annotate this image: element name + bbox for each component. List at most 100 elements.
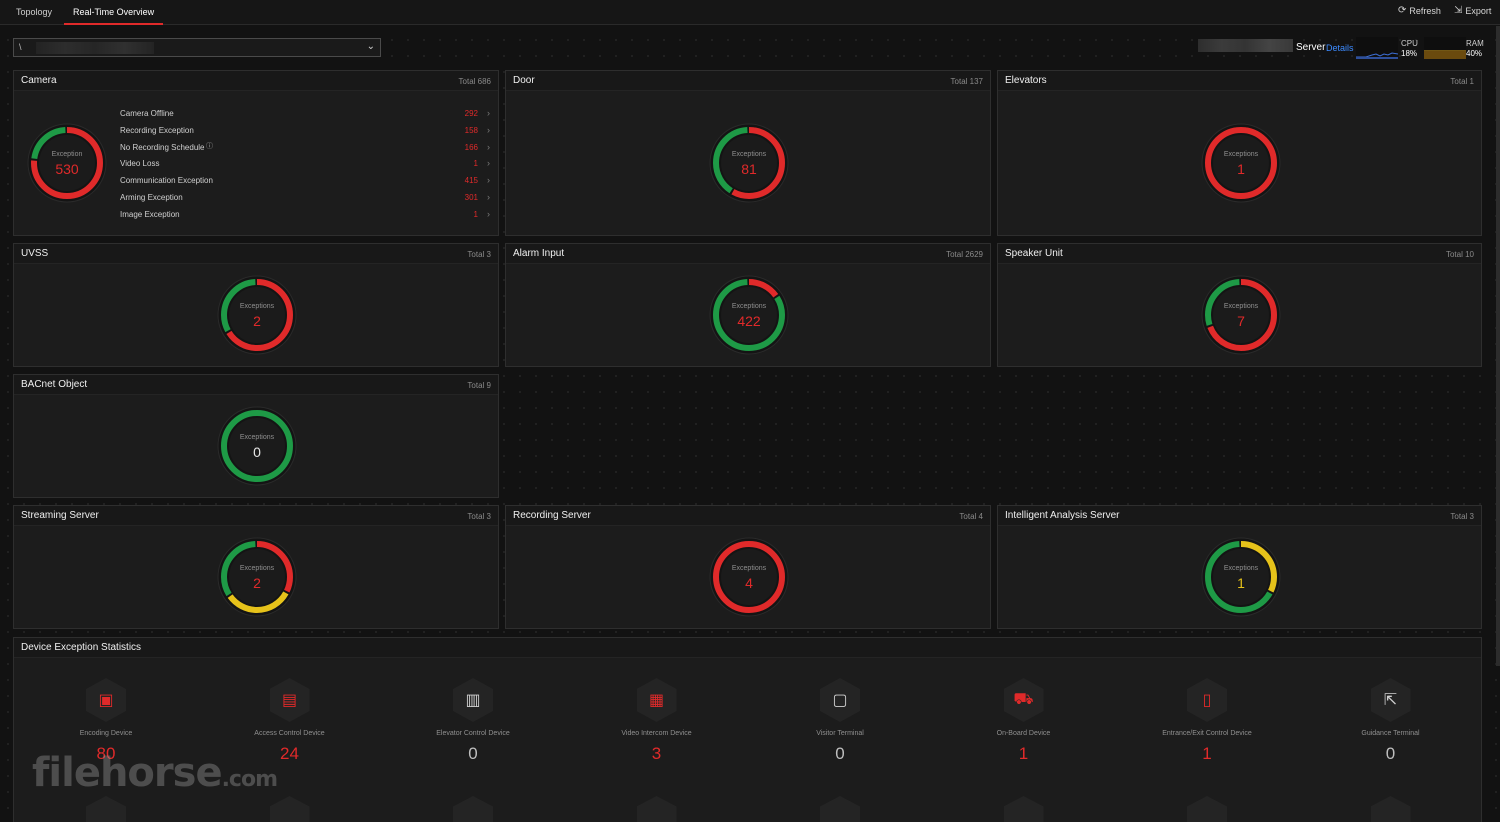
bacnet-object-panel-header: BACnet Object Total 9 [14, 375, 498, 395]
device-row-2-tile [86, 796, 126, 822]
uvss-panel-header: UVSS Total 3 [14, 244, 498, 264]
device-icon-tile: ⛟ [1003, 678, 1044, 722]
device-icon-tile: ▦ [636, 678, 677, 722]
intelligent-analysis-server-exception-donut[interactable]: Exceptions 1 [1201, 537, 1281, 617]
camera-exception-donut[interactable]: Exception 530 [27, 123, 107, 203]
guidance-terminal-icon: ⇱ [1383, 692, 1398, 709]
item-label: Video Loss [120, 159, 160, 169]
camera-exception-item[interactable]: Image Exception 1 › [120, 208, 490, 224]
cpu-label: CPU [1401, 39, 1418, 48]
chevron-right-icon: › [487, 124, 490, 135]
panel-total: Total 10 [1445, 250, 1474, 259]
site-selector-value: \ [19, 42, 22, 52]
elevators-exception-donut[interactable]: Exceptions 1 [1201, 123, 1281, 203]
device-count: 0 [1385, 744, 1396, 763]
recording-server-panel-header: Recording Server Total 4 [506, 506, 990, 526]
chevron-right-icon: › [487, 208, 490, 219]
item-count: 301 [464, 193, 478, 202]
camera-exception-item[interactable]: Communication Exception 415 › [120, 175, 490, 190]
panel-title: Elevators [1005, 75, 1047, 86]
device-icon-tile: ⇱ [1370, 678, 1411, 722]
device-icon-tile: ▣ [86, 678, 126, 722]
info-icon[interactable]: ⓘ [206, 141, 213, 151]
donut-label: Exception [51, 151, 83, 158]
alarm-input-exception-donut[interactable]: Exceptions 422 [709, 275, 789, 355]
device-name: Elevator Control Device [436, 730, 510, 737]
donut-label: Exceptions [1223, 151, 1259, 158]
elevator-control-icon: ▥ [465, 692, 481, 709]
device-icon-tile: ▢ [820, 678, 860, 722]
chevron-right-icon: › [487, 192, 490, 202]
item-label: Arming Exception [120, 193, 183, 202]
panel-title: Camera [21, 75, 57, 86]
panel-total: Total 9 [467, 381, 491, 390]
alarm-input-panel: Alarm Input Total 2629 Exceptions 422 [505, 243, 991, 367]
site-selector[interactable]: \ ⌄ [13, 38, 381, 57]
server-label: Server [1296, 42, 1326, 53]
donut-label: Exceptions [731, 303, 767, 310]
server-details-link[interactable]: Details [1326, 43, 1354, 53]
intelligent-analysis-server-panel: Intelligent Analysis Server Total 3 Exce… [997, 505, 1482, 629]
device-exception-statistics-header: Device Exception Statistics [14, 638, 1481, 658]
tab-real-time-overview[interactable]: Real-Time Overview [64, 0, 164, 25]
intelligent-analysis-server-panel-header: Intelligent Analysis Server Total 3 [998, 506, 1481, 526]
donut-value: 4 [745, 575, 753, 591]
donut-label: Exceptions [239, 565, 275, 572]
panel-title: Streaming Server [21, 510, 99, 521]
donut-label: Exceptions [1223, 303, 1259, 310]
device-icon-tile: ▥ [453, 678, 493, 722]
device-name: Entrance/Exit Control Device [1162, 730, 1252, 737]
donut-value: 422 [737, 313, 761, 329]
uvss-exception-donut[interactable]: Exceptions 2 [217, 275, 297, 355]
scrollbar[interactable] [1496, 26, 1500, 666]
chevron-right-icon: › [487, 141, 490, 152]
streaming-server-exception-donut[interactable]: Exceptions 2 [217, 537, 297, 617]
streaming-server-panel-header: Streaming Server Total 3 [14, 506, 498, 526]
item-count: 415 [464, 176, 478, 186]
camera-exception-item[interactable]: Camera Offline 292 › [120, 108, 490, 123]
top-bar: Topology Real-Time Overview ⟳ Refresh ⇲ … [0, 0, 1500, 25]
donut-value: 1 [1237, 575, 1245, 591]
panel-title: Recording Server [513, 510, 591, 521]
access-control-icon: ▤ [281, 692, 298, 709]
chevron-right-icon: › [487, 108, 490, 118]
donut-value: 2 [253, 575, 261, 591]
recording-server-exception-donut[interactable]: Exceptions 4 [709, 537, 789, 617]
redacted-server-name [1198, 39, 1293, 52]
panel-total: Total 2629 [946, 250, 983, 259]
export-button[interactable]: ⇲ Export [1454, 5, 1491, 16]
device-icon-tile: ▯ [1187, 678, 1227, 722]
speaker-unit-exception-donut[interactable]: Exceptions 7 [1201, 275, 1281, 355]
device-row-2-tile [1187, 796, 1227, 822]
panel-title: Door [513, 75, 535, 86]
tab-topology[interactable]: Topology [12, 0, 56, 25]
recording-server-panel: Recording Server Total 4 Exceptions 4 [505, 505, 991, 629]
entrance-exit-icon: ▯ [1202, 692, 1212, 709]
donut-label: Exceptions [731, 565, 767, 572]
ram-sparkline-graph [1424, 50, 1466, 59]
visitor-terminal-icon: ▢ [832, 692, 848, 709]
panel-title: Speaker Unit [1005, 248, 1063, 259]
door-exception-donut[interactable]: Exceptions 81 [709, 123, 789, 203]
device-row-2-tile [636, 796, 677, 822]
camera-exception-item[interactable]: No Recording Schedule ⓘ 166 › [120, 141, 490, 157]
panel-total: Total 3 [467, 512, 491, 521]
panel-title: Device Exception Statistics [21, 642, 142, 653]
camera-exception-item[interactable]: Arming Exception 301 › [120, 192, 490, 207]
chevron-down-icon: ⌄ [366, 41, 375, 52]
panel-total: Total 4 [959, 512, 983, 521]
camera-exception-item[interactable]: Video Loss 1 › [120, 158, 490, 173]
refresh-button[interactable]: ⟳ Refresh [1398, 5, 1441, 16]
chevron-right-icon: › [487, 175, 490, 186]
device-count: 1 [1202, 744, 1212, 763]
uvss-panel: UVSS Total 3 Exceptions 2 [13, 243, 499, 367]
donut-value: 2 [253, 313, 261, 329]
elevators-panel-header: Elevators Total 1 [998, 71, 1481, 91]
watermark-logo: filehorse.com [32, 750, 278, 796]
bacnet-object-exception-donut[interactable]: Exceptions 0 [217, 406, 297, 486]
panel-total: Total 137 [950, 77, 983, 86]
speaker-unit-panel: Speaker Unit Total 10 Exceptions 7 [997, 243, 1482, 367]
donut-label: Exceptions [239, 434, 275, 441]
camera-exception-item[interactable]: Recording Exception 158 › [120, 124, 490, 140]
chevron-right-icon: › [487, 158, 490, 169]
